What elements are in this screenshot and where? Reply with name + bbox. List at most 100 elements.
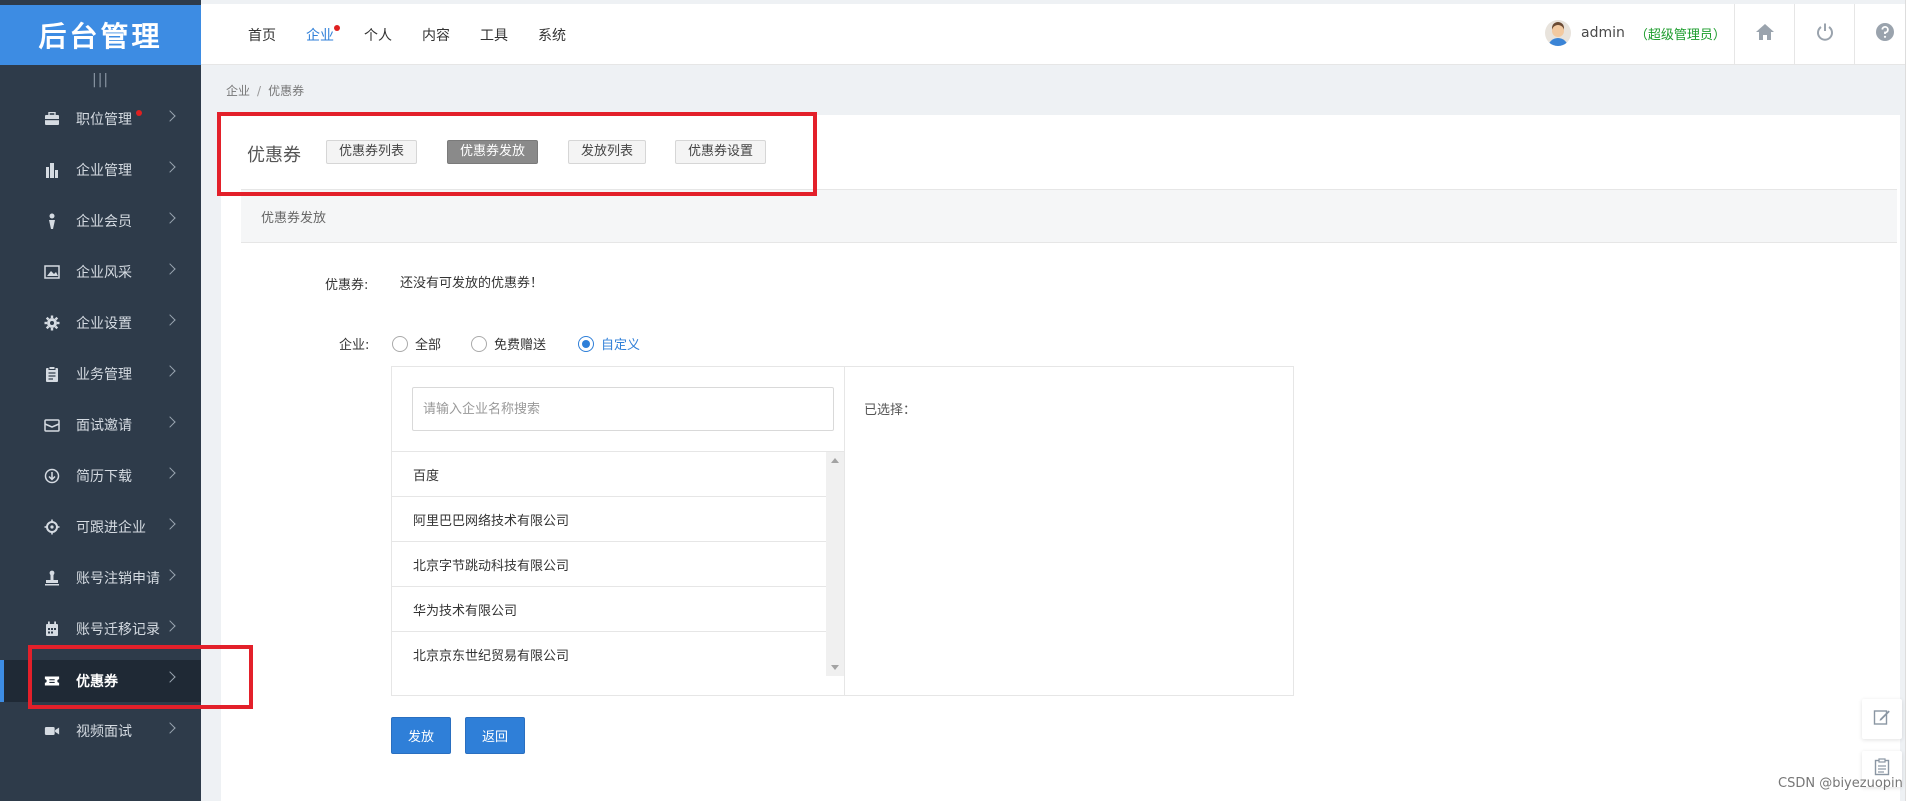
sidebar-item-company-settings[interactable]: 企业设置 [0,303,201,343]
radio-free-gift[interactable]: 免费赠送 [471,334,546,353]
edit-float-button[interactable] [1862,699,1902,739]
nav-personal[interactable]: 个人 [364,25,392,45]
sidebar-item-label: 职位管理 [76,112,132,128]
chevron-right-icon [164,518,176,530]
highlight-box-coupons [28,645,253,709]
edit-icon [1873,708,1891,730]
radio-label: 全部 [415,338,442,353]
envelope-icon [44,417,60,433]
sidebar-item-label: 可跟进企业 [76,520,146,536]
chevron-right-icon [164,110,176,122]
logout-button[interactable] [1794,4,1855,64]
sidebar-item-followup-companies[interactable]: 可跟进企业 [0,507,201,547]
company-list: 百度 阿里巴巴网络技术有限公司 北京字节跳动科技有限公司 华为技术有限公司 北京… [392,451,844,676]
sidebar-item-resume-downloads[interactable]: 简历下载 [0,456,201,496]
selected-label: 已选择： [864,403,917,418]
list-item[interactable]: 阿里巴巴网络技术有限公司 [392,497,844,542]
radio-circle [578,335,594,352]
notification-dot [334,25,340,31]
sidebar-item-company-style[interactable]: 企业风采 [0,252,201,292]
radio-circle [471,335,487,352]
nav-system[interactable]: 系统 [538,25,566,45]
sidebar-item-label: 企业管理 [76,163,132,179]
nav-home[interactable]: 首页 [248,25,276,45]
chevron-right-icon [164,263,176,275]
notification-dot [136,110,142,116]
sidebar-item-label: 账号迁移记录 [76,622,160,638]
collapse-icon[interactable]: ||| [92,72,109,88]
sidebar-item-label: 视频面试 [76,724,132,740]
list-item[interactable]: 百度 [392,452,844,497]
user-menu[interactable]: admin （超级管理员） [1545,18,1726,48]
building-icon [44,162,60,178]
chevron-right-icon [164,365,176,377]
chevron-right-icon [164,722,176,734]
company-search-input[interactable] [412,387,834,431]
download-icon [44,468,60,484]
sidebar-item-label: 简历下载 [76,469,132,485]
logo: 后台管理 [0,5,201,65]
scroll-up-icon[interactable] [831,458,839,463]
sidebar-item-account-migration[interactable]: 账号迁移记录 [0,609,201,649]
sidebar-item-account-cancellation[interactable]: 账号注销申请 [0,558,201,598]
breadcrumb: 企业 / 优惠券 [226,82,304,99]
coupon-label: 优惠券: [325,278,369,293]
radio-label: 免费赠送 [494,338,547,353]
sidebar-item-job-management[interactable]: 职位管理 [0,99,201,139]
sidebar-item-label: 业务管理 [76,367,132,383]
window-edge [1905,0,1920,801]
calendar-icon [44,621,60,637]
back-button[interactable]: 返回 [465,717,525,754]
watermark: CSDN @biyezuopin [1778,776,1903,791]
chevron-right-icon [164,467,176,479]
breadcrumb-current: 优惠券 [268,84,305,98]
nav-content[interactable]: 内容 [422,25,450,45]
member-icon [44,213,60,229]
avatar [1545,20,1571,46]
sidebar-item-label: 企业设置 [76,316,132,332]
company-list-pane: 百度 阿里巴巴网络技术有限公司 北京字节跳动科技有限公司 华为技术有限公司 北京… [392,367,845,695]
radio-all[interactable]: 全部 [392,334,441,353]
nav-tools[interactable]: 工具 [480,25,508,45]
chevron-right-icon [164,569,176,581]
sidebar-item-company-members[interactable]: 企业会员 [0,201,201,241]
scroll-down-icon[interactable] [831,665,839,670]
chevron-right-icon [164,314,176,326]
list-item[interactable]: 北京字节跳动科技有限公司 [392,542,844,587]
briefcase-icon [44,111,60,127]
sidebar-item-label: 企业会员 [76,214,132,230]
company-selector: 百度 阿里巴巴网络技术有限公司 北京字节跳动科技有限公司 华为技术有限公司 北京… [391,366,1294,696]
sidebar-item-interview-invitations[interactable]: 面试邀请 [0,405,201,445]
user-role: （超级管理员） [1634,27,1726,43]
coupon-empty-message: 还没有可发放的优惠券！ [400,276,544,291]
section-title: 优惠券发放 [261,211,327,226]
sidebar-item-label: 账号注销申请 [76,571,160,587]
radio-label: 自定义 [601,338,641,353]
list-item[interactable]: 北京京东世纪贸易有限公司 [392,632,844,676]
target-icon [44,519,60,535]
video-icon [44,723,60,739]
gear-icon [44,315,60,331]
home-icon [1755,23,1775,45]
clipboard-icon [44,366,60,382]
chevron-right-icon [164,620,176,632]
radio-circle [392,335,408,352]
power-icon [1815,22,1835,46]
sidebar-item-business-management[interactable]: 业务管理 [0,354,201,394]
issue-button[interactable]: 发放 [391,717,451,754]
chevron-right-icon [164,212,176,224]
chevron-right-icon [164,161,176,173]
home-button[interactable] [1734,4,1795,64]
sidebar-item-video-interviews[interactable]: 视频面试 [0,711,201,751]
nav-company[interactable]: 企业 [306,25,334,45]
list-item[interactable]: 华为技术有限公司 [392,587,844,632]
sidebar-item-label: 面试邀请 [76,418,132,434]
username: admin [1581,25,1625,41]
sidebar-item-company-management[interactable]: 企业管理 [0,150,201,190]
list-scrollbar[interactable] [826,452,844,676]
top-bar: 首页 企业 个人 内容 工具 系统 admin （超级管理员） [201,4,1920,65]
radio-custom[interactable]: 自定义 [578,334,640,353]
sidebar-item-label: 企业风采 [76,265,132,281]
breadcrumb-parent[interactable]: 企业 [226,84,250,98]
chevron-right-icon [164,416,176,428]
